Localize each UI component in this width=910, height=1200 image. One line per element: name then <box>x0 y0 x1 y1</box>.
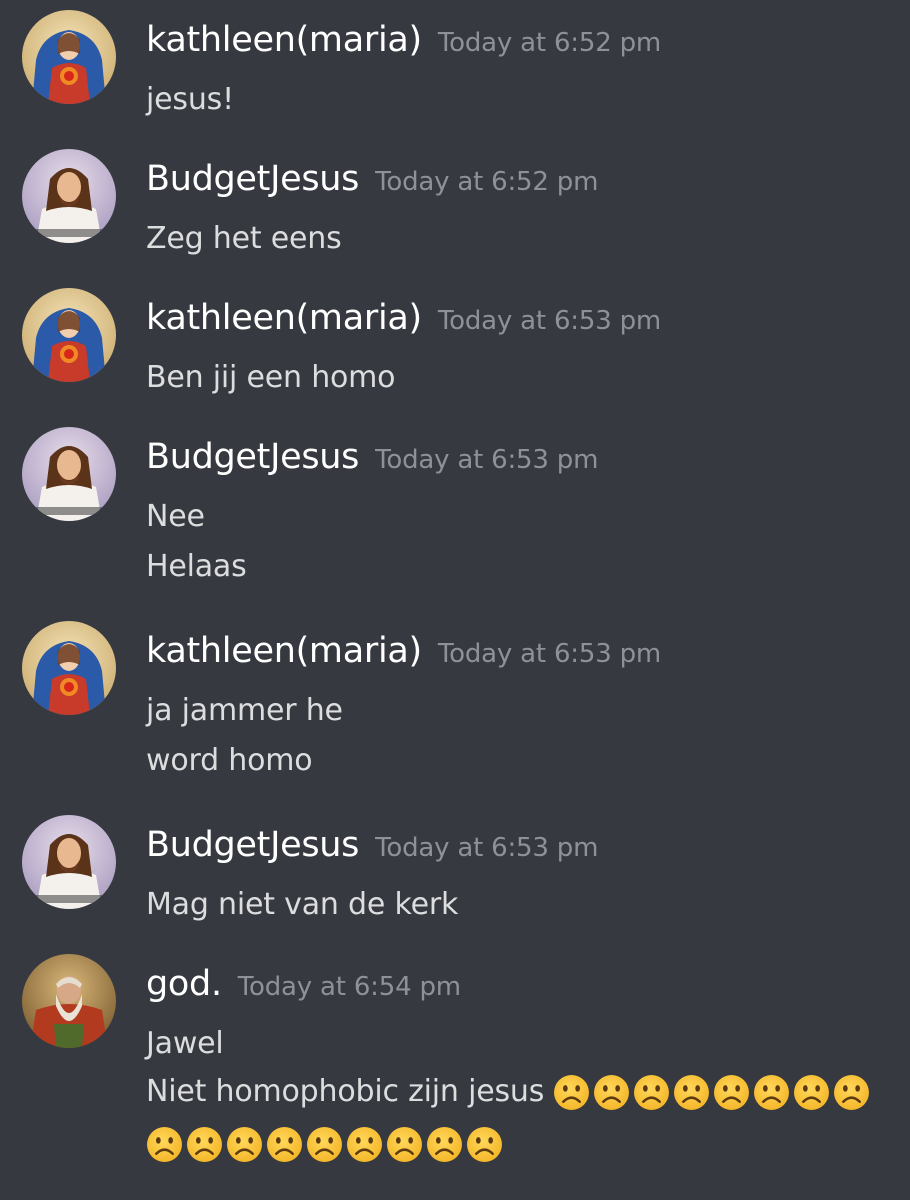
frowning-face-icon <box>793 1074 830 1111</box>
message-header: BudgetJesus Today at 6:52 pm <box>146 159 598 199</box>
frowning-face-icon <box>753 1074 790 1111</box>
message-text: Niet homophobic zijn jesus <box>146 1074 545 1109</box>
message-text: word homo <box>146 743 313 778</box>
message-text-with-emoji: Niet homophobic zijn jesus <box>146 1074 873 1111</box>
message-header: kathleen(maria) Today at 6:52 pm <box>146 20 661 60</box>
message-text: Jawel <box>146 1026 224 1061</box>
frowning-face-icon <box>226 1126 263 1163</box>
frowning-face-icon <box>146 1126 183 1163</box>
frowning-face-icon <box>713 1074 750 1111</box>
frowning-face-icon <box>266 1126 303 1163</box>
mary-avatar[interactable] <box>22 288 116 382</box>
mary-avatar[interactable] <box>22 10 116 104</box>
emoji-row <box>553 1074 873 1111</box>
frowning-face-icon <box>306 1126 343 1163</box>
message-text: Zeg het eens <box>146 221 342 256</box>
username[interactable]: kathleen(maria) <box>146 20 422 60</box>
jesus-avatar[interactable] <box>22 149 116 243</box>
timestamp: Today at 6:53 pm <box>375 445 599 475</box>
frowning-face-icon <box>466 1126 503 1163</box>
frowning-face-icon <box>633 1074 670 1111</box>
mary-avatar[interactable] <box>22 621 116 715</box>
frowning-face-icon <box>426 1126 463 1163</box>
timestamp: Today at 6:52 pm <box>375 167 599 197</box>
frowning-face-icon <box>833 1074 870 1111</box>
message-header: god. Today at 6:54 pm <box>146 964 461 1004</box>
jesus-avatar[interactable] <box>22 427 116 521</box>
username[interactable]: kathleen(maria) <box>146 631 422 671</box>
frowning-face-icon <box>186 1126 223 1163</box>
jesus-avatar[interactable] <box>22 815 116 909</box>
timestamp: Today at 6:53 pm <box>437 306 662 336</box>
message-header: kathleen(maria) Today at 6:53 pm <box>146 631 661 671</box>
frowning-face-icon <box>673 1074 710 1111</box>
timestamp: Today at 6:52 pm <box>437 28 662 58</box>
frowning-face-icon <box>593 1074 630 1111</box>
username[interactable]: kathleen(maria) <box>146 298 422 338</box>
message-text: jesus! <box>146 82 234 117</box>
frowning-face-icon <box>346 1126 383 1163</box>
timestamp: Today at 6:54 pm <box>237 972 461 1002</box>
message-text: Helaas <box>146 549 247 584</box>
message-header: BudgetJesus Today at 6:53 pm <box>146 825 598 865</box>
message-text: ja jammer he <box>146 693 343 728</box>
frowning-face-icon <box>386 1126 423 1163</box>
message-header: kathleen(maria) Today at 6:53 pm <box>146 298 661 338</box>
timestamp: Today at 6:53 pm <box>375 833 599 863</box>
emoji-row <box>146 1126 506 1163</box>
username[interactable]: BudgetJesus <box>146 437 359 477</box>
message-header: BudgetJesus Today at 6:53 pm <box>146 437 598 477</box>
frowning-face-icon <box>553 1074 590 1111</box>
username[interactable]: god. <box>146 964 222 1004</box>
message-text: Nee <box>146 499 205 534</box>
username[interactable]: BudgetJesus <box>146 825 359 865</box>
emoji-line <box>146 1126 506 1163</box>
username[interactable]: BudgetJesus <box>146 159 359 199</box>
message-text: Ben jij een homo <box>146 360 396 395</box>
god-avatar[interactable] <box>22 954 116 1048</box>
message-text: Mag niet van de kerk <box>146 887 459 922</box>
timestamp: Today at 6:53 pm <box>437 639 662 669</box>
